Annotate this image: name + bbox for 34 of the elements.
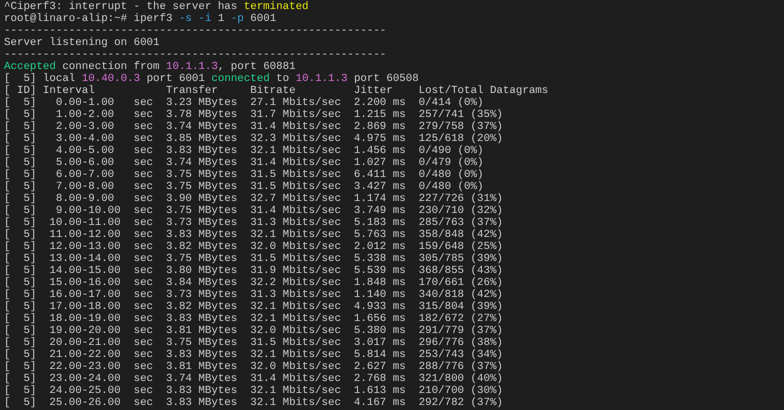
terminal-line: [ 5] 25.00-26.00 sec 3.83 MBytes 32.1 Mbits/sec 4.167 ms 292/782 (37%)	[4, 397, 503, 409]
terminal-line: [ ID] Interval Transfer Bitrate Jitter Lost/Total Datagrams	[4, 85, 548, 97]
terminal-line: [ 5] 14.00-15.00 sec 3.80 MBytes 31.9 Mbits/sec 5.539 ms 368/855 (43%)	[4, 265, 503, 277]
terminal-line: [ 5] 20.00-21.00 sec 3.75 MBytes 31.5 Mbits/sec 3.017 ms 296/776 (38%)	[4, 337, 503, 349]
terminal-line: [ 5] local 10.40.0.3 port 6001 connected to 10.1.1.3 port 60508	[4, 73, 419, 85]
terminal-line: [ 5] 11.00-12.00 sec 3.83 MBytes 32.1 Mbits/sec 5.763 ms 358/848 (42%)	[4, 229, 503, 241]
terminal-line: ^Ciperf3: interrupt - the server has terminated	[4, 1, 309, 13]
terminal-line: -----------------------------------------------------------	[4, 49, 386, 61]
terminal-line: [ 5] 23.00-24.00 sec 3.74 MBytes 31.4 Mbits/sec 2.768 ms 321/800 (40%)	[4, 373, 503, 385]
terminal-line: [ 5] 1.00-2.00 sec 3.78 MBytes 31.7 Mbits/sec 1.215 ms 257/741 (35%)	[4, 109, 503, 121]
terminal-line: [ 5] 3.00-4.00 sec 3.85 MBytes 32.3 Mbits/sec 4.975 ms 125/618 (20%)	[4, 133, 503, 145]
terminal-line: [ 5] 5.00-6.00 sec 3.74 MBytes 31.4 Mbits/sec 1.027 ms 0/479 (0%)	[4, 157, 484, 169]
terminal-line: [ 5] 22.00-23.00 sec 3.81 MBytes 32.0 Mbits/sec 2.627 ms 288/776 (37%)	[4, 361, 503, 373]
terminal-line: [ 5] 4.00-5.00 sec 3.83 MBytes 32.1 Mbits/sec 1.456 ms 0/490 (0%)	[4, 145, 484, 157]
terminal-line: -----------------------------------------------------------	[4, 25, 386, 37]
terminal-line: Accepted connection from 10.1.1.3, port 60881	[4, 61, 296, 73]
terminal-line: [ 5] 9.00-10.00 sec 3.75 MBytes 31.4 Mbits/sec 3.749 ms 230/710 (32%)	[4, 205, 503, 217]
terminal-line: [ 5] 2.00-3.00 sec 3.74 MBytes 31.4 Mbits/sec 2.869 ms 279/758 (37%)	[4, 121, 503, 133]
terminal-line: [ 5] 10.00-11.00 sec 3.73 MBytes 31.3 Mbits/sec 5.183 ms 285/763 (37%)	[4, 217, 503, 229]
terminal-line: [ 5] 21.00-22.00 sec 3.83 MBytes 32.1 Mbits/sec 5.814 ms 253/743 (34%)	[4, 349, 503, 361]
terminal-line: [ 5] 13.00-14.00 sec 3.75 MBytes 31.5 Mbits/sec 5.338 ms 305/785 (39%)	[4, 253, 503, 265]
terminal-line: [ 5] 15.00-16.00 sec 3.84 MBytes 32.2 Mbits/sec 1.848 ms 170/661 (26%)	[4, 277, 503, 289]
terminal-line: [ 5] 19.00-20.00 sec 3.81 MBytes 32.0 Mbits/sec 5.380 ms 291/779 (37%)	[4, 325, 503, 337]
terminal-line: root@linaro-alip:~# iperf3 -s -i 1 -p 6001	[4, 13, 276, 25]
terminal-line: [ 5] 8.00-9.00 sec 3.90 MBytes 32.7 Mbits/sec 1.174 ms 227/726 (31%)	[4, 193, 503, 205]
terminal-line: [ 5] 24.00-25.00 sec 3.83 MBytes 32.1 Mbits/sec 1.613 ms 210/700 (30%)	[4, 385, 503, 397]
terminal-line: [ 5] 18.00-19.00 sec 3.83 MBytes 32.1 Mbits/sec 1.656 ms 182/672 (27%)	[4, 313, 503, 325]
terminal-line: [ 5] 6.00-7.00 sec 3.75 MBytes 31.5 Mbits/sec 6.411 ms 0/480 (0%)	[4, 169, 484, 181]
terminal-line: [ 5] 17.00-18.00 sec 3.82 MBytes 32.1 Mbits/sec 4.933 ms 315/804 (39%)	[4, 301, 503, 313]
terminal-line: [ 5] 7.00-8.00 sec 3.75 MBytes 31.5 Mbits/sec 3.427 ms 0/480 (0%)	[4, 181, 484, 193]
terminal-line: [ 5] 16.00-17.00 sec 3.73 MBytes 31.3 Mbits/sec 1.140 ms 340/818 (42%)	[4, 289, 503, 301]
terminal-line: Server listening on 6001	[4, 37, 160, 49]
terminal-line: [ 5] 0.00-1.00 sec 3.23 MBytes 27.1 Mbits/sec 2.200 ms 0/414 (0%)	[4, 97, 484, 109]
terminal-line: [ 5] 12.00-13.00 sec 3.82 MBytes 32.0 Mbits/sec 2.012 ms 159/648 (25%)	[4, 241, 503, 253]
